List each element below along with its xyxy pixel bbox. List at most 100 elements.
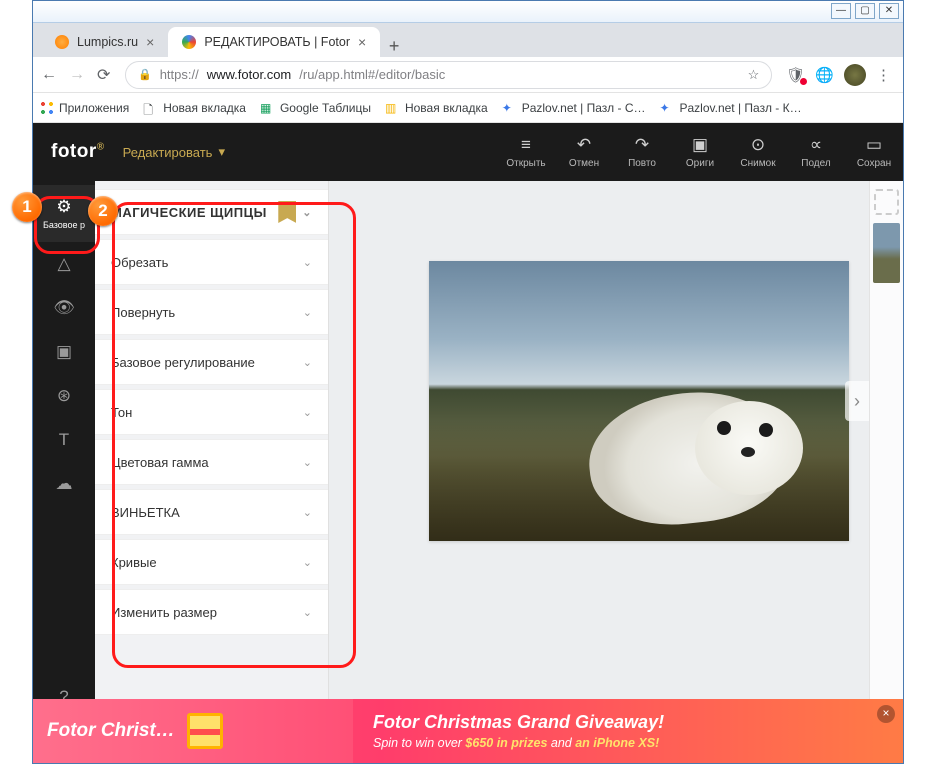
panel-crop[interactable]: Обрезать⌄: [95, 239, 328, 285]
bookmark-item[interactable]: ▥Новая вкладка: [385, 101, 488, 115]
tab-label: Lumpics.ru: [77, 35, 138, 49]
original-button[interactable]: ▣ Ориги: [671, 135, 729, 169]
chevron-down-icon: ⌄: [303, 606, 312, 619]
rail-text[interactable]: T: [33, 418, 95, 462]
fotor-app: fotor® Редактировать▾ ≡Открыть ↶Отмен ↷П…: [33, 123, 903, 763]
bookmark-item[interactable]: ✦ Pazlov.net | Пазл - С…: [502, 101, 646, 115]
bookmarks-bar: Приложения 🗋Новая вкладка ▦Google Таблиц…: [33, 93, 903, 123]
window-minimize-button[interactable]: —: [831, 3, 851, 19]
extension-adblock-icon[interactable]: 🛡: [786, 66, 805, 84]
apps-label: Приложения: [59, 101, 129, 115]
tab-lumpics[interactable]: Lumpics.ru ×: [41, 27, 168, 57]
fotor-logo[interactable]: fotor®: [33, 141, 123, 163]
panel-resize[interactable]: Изменить размер⌄: [95, 589, 328, 635]
promo-right[interactable]: Fotor Christmas Grand Giveaway! Spin to …: [353, 712, 903, 750]
rail-frames[interactable]: ▣: [33, 330, 95, 374]
promo-left: Fotor Christ…: [33, 699, 353, 763]
extension-globe-icon[interactable]: 🌐: [815, 66, 834, 84]
thumbnail-item[interactable]: [873, 223, 900, 283]
bookmark-label: Новая вкладка: [163, 101, 246, 115]
seal-eye-shape: [717, 421, 731, 435]
panel-vignette[interactable]: ВИНЬЕТКА⌄: [95, 489, 328, 535]
puzzle-icon: ✦: [502, 101, 516, 115]
rail-basic-edit[interactable]: ⚙Базовое р: [33, 185, 95, 242]
tab-label: РЕДАКТИРОВАТЬ | Fotor: [204, 35, 350, 49]
favicon-fotor-icon: [182, 35, 196, 49]
canvas-image[interactable]: [429, 261, 849, 541]
rail-beauty[interactable]: 👁: [33, 286, 95, 330]
tab-fotor[interactable]: РЕДАКТИРОВАТЬ | Fotor ×: [168, 27, 380, 57]
sheets-icon: ▦: [260, 101, 274, 115]
chevron-down-icon: ⌄: [303, 356, 312, 369]
edit-side-panel: МАГИЧЕСКИЕ ЩИПЦЫ ⌄ Обрезать⌄ Повернуть⌄ …: [95, 181, 329, 763]
bookmark-label: Pazlov.net | Пазл - С…: [522, 101, 646, 115]
redo-button[interactable]: ↷Повто: [613, 135, 671, 169]
undo-button[interactable]: ↶Отмен: [555, 135, 613, 169]
open-button[interactable]: ≡Открыть: [497, 135, 555, 169]
window-maximize-button[interactable]: ▢: [855, 3, 875, 19]
undo-icon: ↶: [555, 135, 613, 155]
rail-stickers[interactable]: ⊛: [33, 374, 95, 418]
promo-close-button[interactable]: ×: [877, 705, 895, 723]
url-input[interactable]: 🔒 https://www.fotor.com/ru/app.html#/edi…: [125, 61, 772, 89]
logo-text: fotor: [51, 141, 97, 162]
browser-window: — ▢ ✕ Lumpics.ru × РЕДАКТИРОВАТЬ | Fotor…: [32, 0, 904, 764]
action-label: Сохран: [857, 158, 891, 169]
window-titlebar: — ▢ ✕: [33, 1, 903, 23]
panel-tone[interactable]: Тон⌄: [95, 389, 328, 435]
nav-reload-button[interactable]: ⟳: [97, 65, 115, 85]
action-label: Ориги: [686, 158, 714, 169]
eye-icon: 👁: [53, 298, 75, 317]
dropdown-label: Редактировать: [123, 145, 213, 160]
app-toolbar: fotor® Редактировать▾ ≡Открыть ↶Отмен ↷П…: [33, 123, 903, 181]
bookmark-label: Новая вкладка: [405, 101, 488, 115]
tab-close-button[interactable]: ×: [146, 34, 154, 50]
window-close-button[interactable]: ✕: [879, 3, 899, 19]
panel-color[interactable]: Цветовая гамма⌄: [95, 439, 328, 485]
panel-row-label: Повернуть: [111, 305, 175, 320]
edit-mode-dropdown[interactable]: Редактировать▾: [123, 144, 225, 160]
share-button[interactable]: ∝Подел: [787, 135, 845, 169]
tab-strip: Lumpics.ru × РЕДАКТИРОВАТЬ | Fotor × +: [33, 23, 903, 57]
action-label: Повто: [628, 158, 656, 169]
promo-title: Fotor Christmas Grand Giveaway!: [373, 712, 903, 733]
premium-bookmark-icon: [278, 201, 296, 223]
tab-close-button[interactable]: ×: [358, 34, 366, 50]
favicon-lumpics-icon: [55, 35, 69, 49]
bookmark-star-button[interactable]: ☆: [748, 67, 760, 83]
promo-banner: Fotor Christ… Fotor Christmas Grand Give…: [33, 699, 903, 763]
image-icon: ▣: [671, 135, 729, 155]
action-label: Снимок: [740, 158, 775, 169]
browser-menu-button[interactable]: ⋮: [876, 66, 891, 84]
carousel-next-button[interactable]: ›: [845, 381, 869, 421]
address-bar: ← → ⟳ 🔒 https://www.fotor.com/ru/app.htm…: [33, 57, 903, 93]
rail-cloud[interactable]: ☁: [33, 462, 95, 506]
bookmark-item[interactable]: ▦Google Таблицы: [260, 101, 371, 115]
gift-box-icon: [187, 713, 223, 749]
panel-row-label: ВИНЬЕТКА: [111, 505, 180, 520]
panel-basic-adjust[interactable]: Базовое регулирование⌄: [95, 339, 328, 385]
seal-eye-shape: [759, 423, 773, 437]
panel-curves[interactable]: Кривые⌄: [95, 539, 328, 585]
nav-back-button[interactable]: ←: [41, 66, 59, 84]
frame-icon: ▣: [56, 342, 72, 361]
bookmark-item[interactable]: 🗋Новая вкладка: [143, 101, 246, 115]
panel-magic-clipper[interactable]: МАГИЧЕСКИЕ ЩИПЦЫ ⌄: [95, 189, 328, 235]
nav-forward-button[interactable]: →: [69, 66, 87, 84]
panel-rotate[interactable]: Повернуть⌄: [95, 289, 328, 335]
snapshot-button[interactable]: ⊙ Снимок: [729, 135, 787, 169]
logo-reg: ®: [97, 142, 105, 153]
camera-icon: ⊙: [729, 135, 787, 155]
add-image-button[interactable]: [874, 189, 899, 215]
flask-icon: △: [57, 254, 70, 273]
action-label: Открыть: [506, 158, 545, 169]
save-button[interactable]: ▭Сохран: [845, 135, 903, 169]
rail-effects[interactable]: △: [33, 242, 95, 286]
thumbnail-strip: [869, 181, 903, 763]
profile-avatar-button[interactable]: [844, 64, 866, 86]
new-tab-button[interactable]: +: [380, 36, 408, 57]
apps-shortcut[interactable]: Приложения: [41, 101, 129, 115]
bookmark-item[interactable]: ✦Pazlov.net | Пазл - К…: [659, 101, 801, 115]
left-rail: ⚙Базовое р △ 👁 ▣ ⊛ T ☁ ? ⚙: [33, 181, 95, 763]
url-scheme: https://: [160, 67, 199, 82]
